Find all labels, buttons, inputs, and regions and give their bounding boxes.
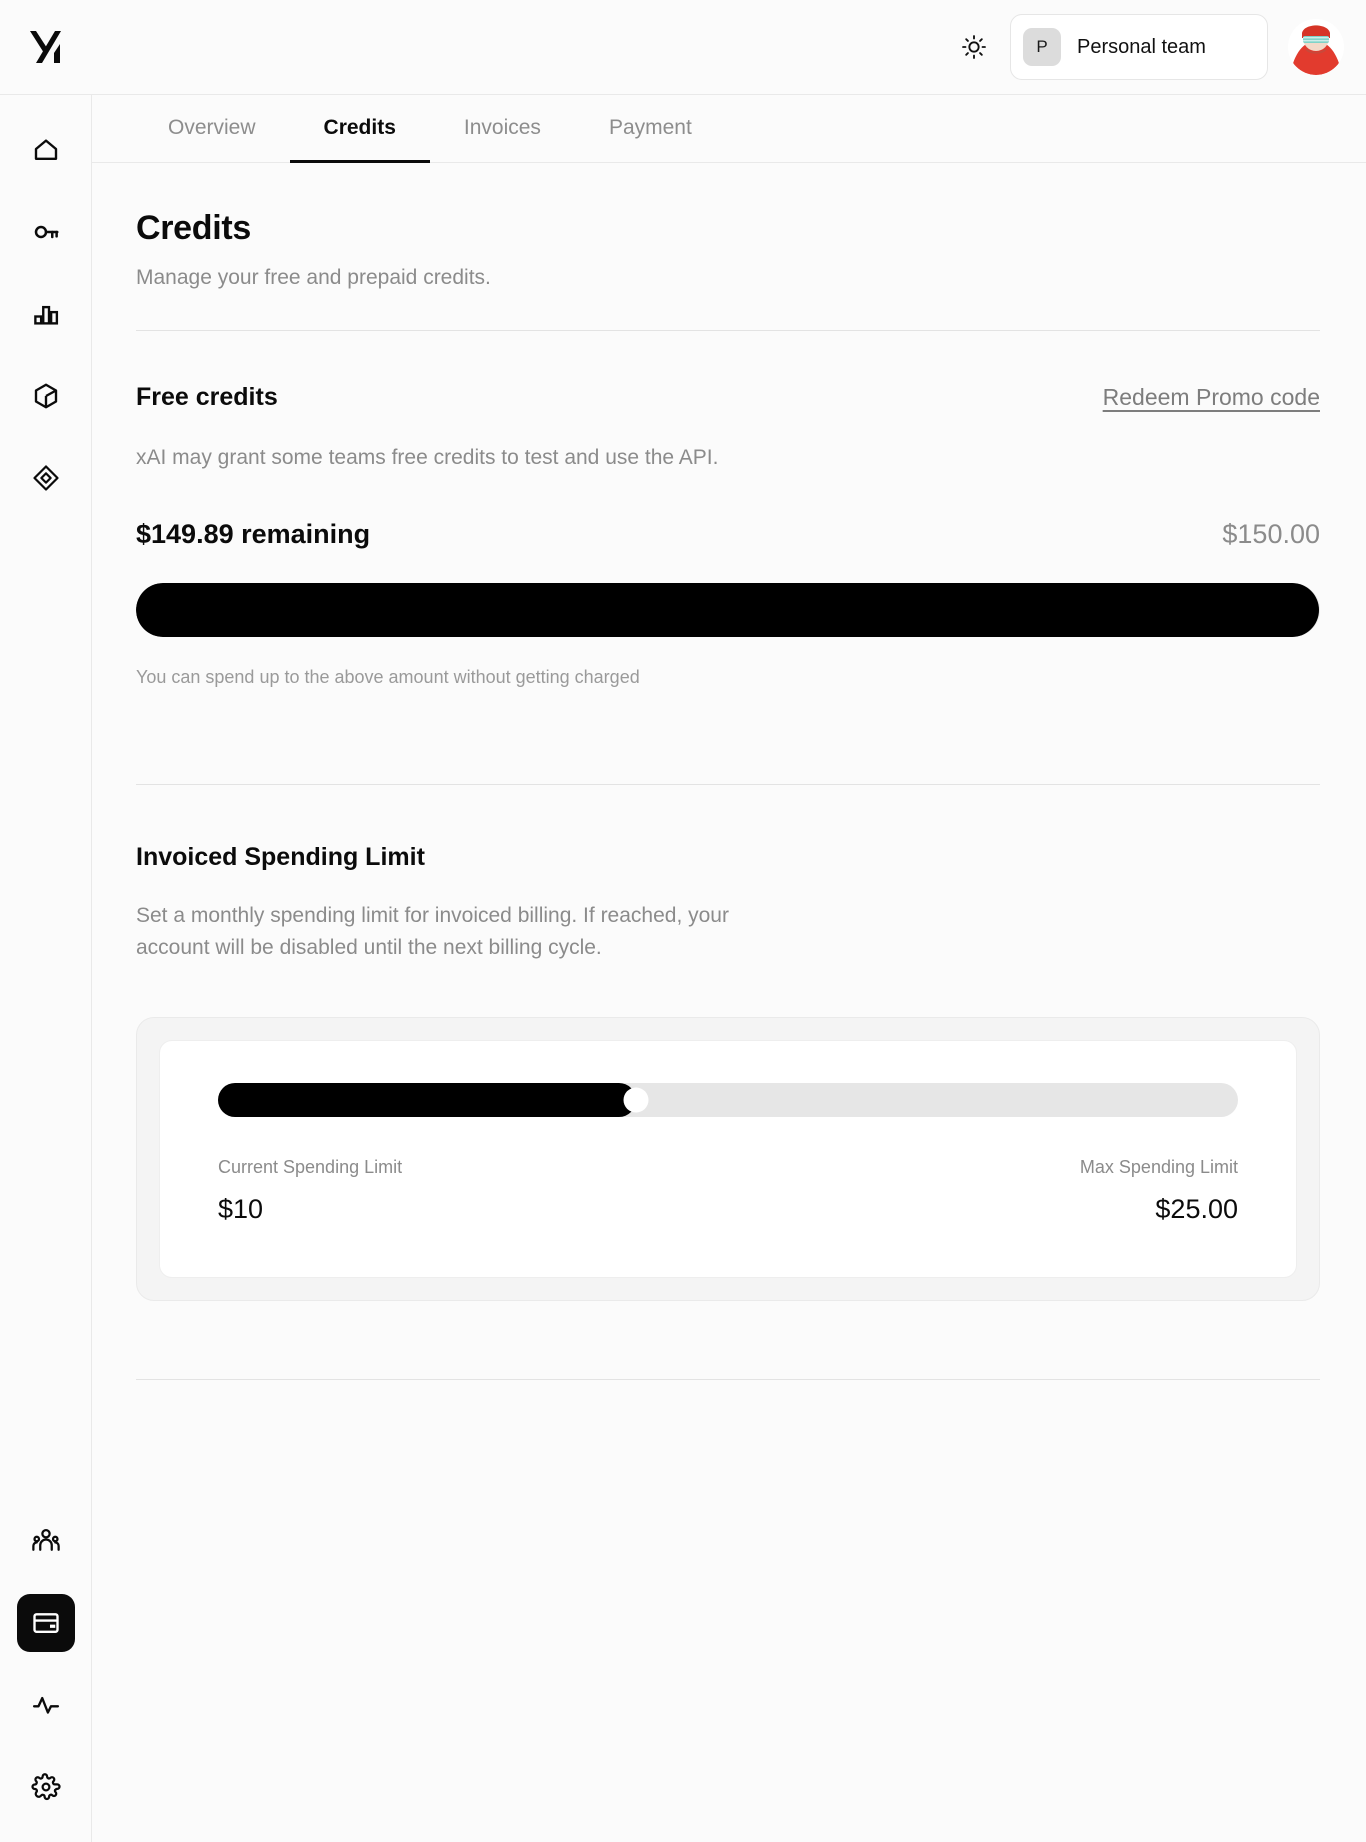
user-avatar[interactable] — [1288, 19, 1344, 75]
free-credits-section: Free credits Redeem Promo code xAI may g… — [136, 331, 1320, 688]
users-icon[interactable] — [17, 1512, 75, 1570]
activity-pulse-icon[interactable] — [17, 1676, 75, 1734]
spending-limit-card: Current Spending Limit $10 Max Spending … — [136, 1016, 1320, 1301]
sidebar — [0, 95, 92, 1842]
cube-icon[interactable] — [17, 367, 75, 425]
gear-icon[interactable] — [17, 1758, 75, 1816]
team-switcher[interactable]: P Personal team — [1010, 14, 1268, 80]
free-credits-amount-row: $149.89 remaining $150.00 — [136, 519, 1320, 550]
max-spending-limit-value: $25.00 — [1155, 1193, 1238, 1224]
key-icon[interactable] — [17, 203, 75, 261]
tab-credits[interactable]: Credits — [289, 95, 430, 163]
team-avatar: P — [1023, 28, 1061, 66]
current-spending-limit-value: $10 — [218, 1193, 264, 1224]
spending-limit-card-inner: Current Spending Limit $10 Max Spending … — [159, 1039, 1297, 1278]
credits-hint-text: You can spend up to the above amount wit… — [136, 666, 640, 687]
spending-limit-section: Invoiced Spending Limit Set a monthly sp… — [136, 785, 1320, 1380]
current-spending-limit-group: Current Spending Limit $10 — [218, 1157, 402, 1225]
spending-limit-description: Set a monthly spending limit for invoice… — [136, 903, 729, 960]
max-spending-limit-label: Max Spending Limit — [1079, 1156, 1238, 1177]
credits-progress-fill — [136, 582, 1319, 637]
credit-card-icon[interactable] — [16, 1594, 75, 1652]
tab-bar: Overview Credits Invoices Payment — [92, 95, 1366, 163]
tab-invoices[interactable]: Invoices — [430, 95, 575, 163]
tab-overview[interactable]: Overview — [134, 95, 290, 163]
main-panel: Overview Credits Invoices Payment Credit… — [92, 95, 1366, 1842]
current-spending-limit-label: Current Spending Limit — [218, 1156, 403, 1177]
sidebar-bottom-group — [16, 1512, 75, 1816]
app-root: P Personal team Overview Credits Invoice… — [0, 0, 1366, 1842]
sun-icon[interactable] — [954, 27, 994, 67]
tab-payment[interactable]: Payment — [575, 95, 726, 163]
free-credits-title: Free credits — [136, 383, 278, 411]
diamond-target-icon[interactable] — [17, 449, 75, 507]
body: Overview Credits Invoices Payment Credit… — [0, 95, 1366, 1842]
credits-remaining-label: $149.89 remaining — [136, 518, 371, 549]
max-spending-limit-group: Max Spending Limit $25.00 — [1080, 1157, 1238, 1225]
credits-progress-bar — [136, 582, 1320, 637]
spending-limit-slider-fill — [218, 1082, 637, 1117]
spending-limit-slider[interactable] — [218, 1082, 1238, 1117]
spending-limit-title: Invoiced Spending Limit — [136, 842, 425, 871]
team-name-label: Personal team — [1077, 35, 1206, 58]
free-credits-description: xAI may grant some teams free credits to… — [136, 446, 719, 469]
redeem-promo-code-link[interactable]: Redeem Promo code — [1103, 384, 1320, 411]
home-icon[interactable] — [17, 121, 75, 179]
bar-chart-icon[interactable] — [17, 285, 75, 343]
credits-total-label: $150.00 — [1222, 518, 1320, 549]
spending-limit-values-row: Current Spending Limit $10 Max Spending … — [218, 1157, 1238, 1225]
page-subtitle: Manage your free and prepaid credits. — [136, 266, 491, 289]
spending-limit-slider-thumb[interactable] — [623, 1087, 649, 1113]
divider-bottom — [136, 1378, 1320, 1380]
free-credits-header: Free credits Redeem Promo code — [136, 383, 1320, 412]
content-area: Credits Manage your free and prepaid cre… — [92, 163, 1366, 1380]
xai-logo-icon[interactable] — [26, 24, 72, 70]
page-title: Credits — [136, 209, 252, 247]
top-bar: P Personal team — [0, 0, 1366, 95]
